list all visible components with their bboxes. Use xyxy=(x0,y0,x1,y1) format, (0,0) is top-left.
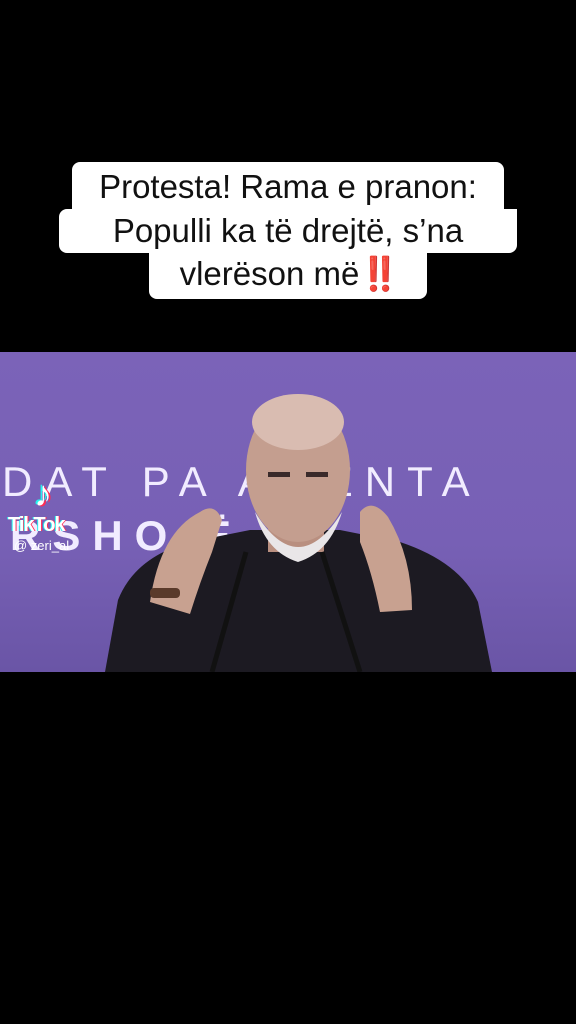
double-exclamation-icon: ‼️ xyxy=(359,255,400,292)
caption-line-1: Protesta! Rama e pranon: xyxy=(72,162,504,209)
caption-line-3-text: vlerëson më xyxy=(179,255,360,292)
tiktok-note-icon: ♪ xyxy=(34,473,52,514)
tiktok-wordmark: TikTok xyxy=(8,514,66,536)
tiktok-username: @ zeri_al xyxy=(14,538,70,553)
tiktok-watermark: ♪ TikTok @ zeri_al xyxy=(8,470,98,560)
caption-line-3: vlerëson më‼️ xyxy=(149,252,427,299)
caption-overlay: Protesta! Rama e pranon: Populli ka të d… xyxy=(0,162,576,299)
caption-line-2: Populli ka të drejtë, s’na xyxy=(59,209,517,253)
